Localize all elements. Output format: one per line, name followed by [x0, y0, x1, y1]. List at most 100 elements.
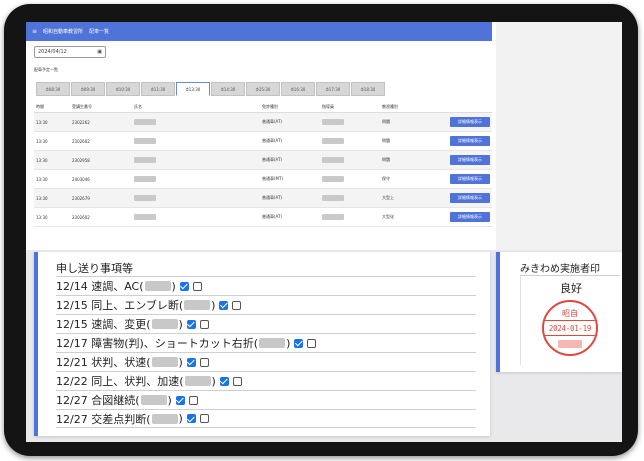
background-panel: [496, 22, 622, 250]
cell-instructor: [322, 118, 382, 126]
secondary-checkbox[interactable]: [199, 357, 209, 367]
inspector-title: みきわめ実施者印: [520, 264, 600, 275]
secondary-checkbox[interactable]: [192, 281, 202, 291]
detail-button[interactable]: 詳細情報表示: [450, 136, 490, 146]
cell-time: 13:30: [36, 138, 48, 144]
table-row: 13:30 2302262 普通車(AT) 問題 詳細情報表示: [34, 113, 492, 132]
menu-icon[interactable]: ≡: [32, 28, 37, 35]
stamp-date: 2024-01-19: [548, 323, 592, 333]
detail-button[interactable]: 詳細情報表示: [450, 212, 490, 222]
handover-item: 12/22 同上、状判、加速(): [56, 371, 476, 390]
column-header: 受講生番号: [72, 103, 92, 109]
tab-0830[interactable]: ⏱ 08:30: [36, 82, 70, 96]
secondary-checkbox[interactable]: [188, 395, 198, 405]
column-header: 時間: [36, 103, 44, 109]
confirm-checkbox[interactable]: [219, 376, 229, 386]
table-row: 13:30 2403046 普通車(MT) 保守 詳細情報表示: [34, 170, 492, 189]
cell-time: 13:30: [36, 157, 48, 163]
tab-label: 11:30: [153, 86, 166, 92]
cell-student-no: 2403046: [72, 176, 90, 182]
cell-instructor: [322, 194, 382, 202]
tab-1630[interactable]: ⏱ 16:30: [281, 82, 315, 96]
cell-instructor: [322, 156, 382, 164]
table-row: 13:30 2302602 普通車(AT) 大型化 詳細情報表示: [34, 208, 492, 227]
tab-label: 08:30: [48, 86, 61, 92]
cell-action: 詳細情報表示: [450, 136, 492, 146]
redacted-name: [259, 338, 286, 348]
handover-text: 12/21 状判、状速(: [56, 356, 151, 369]
calendar-icon[interactable]: ▣: [97, 49, 102, 55]
tab-1430[interactable]: ⏱ 14:30: [211, 82, 245, 96]
redacted-name: [184, 376, 211, 386]
redacted-name: [144, 281, 171, 291]
cell-name: [134, 175, 262, 183]
detail-button[interactable]: 詳細情報表示: [450, 193, 490, 203]
stamp-redacted-name: [558, 340, 582, 348]
cell-time: 13:30: [36, 195, 48, 201]
tab-1730[interactable]: ⏱ 17:30: [316, 82, 350, 96]
table-row: 13:30 2302679 普通車(AT) 大型上 詳細情報表示: [34, 189, 492, 208]
redacted-name: [140, 395, 167, 405]
cell-license: 普通車(MT): [262, 176, 284, 181]
date-input[interactable]: 2024/04/12 ▣: [34, 46, 106, 58]
date-stamp: 昭自 2024-01-19: [542, 300, 598, 356]
tab-label: 18:30: [363, 86, 376, 92]
handover-card: 申し送り事項等 12/14 速調、AC() 12/15 同上、エンブレ断() 12/…: [34, 252, 490, 436]
cell-action: 詳細情報表示: [450, 174, 492, 184]
column-header: 免許種別: [262, 103, 278, 109]
handover-item: 12/21 状判、状速(): [56, 352, 476, 371]
secondary-checkbox[interactable]: [199, 319, 209, 329]
redacted-instructor: [322, 194, 344, 201]
cell-name: [134, 194, 262, 202]
handover-item: 12/27 交差点判断(): [56, 409, 476, 428]
cell-name: [134, 156, 262, 164]
handover-item: 12/15 同上、エンブレ断(): [56, 295, 476, 314]
cell-instructor: [322, 175, 382, 183]
cell-license: 普通車(AT): [262, 119, 282, 124]
handover-text: 12/27 合図継続(: [56, 394, 140, 407]
confirm-checkbox[interactable]: [294, 338, 304, 348]
tablet-frame: ≡ 昭和自動車教習所 配車一覧 2024/04/12 ▣ 配車予定一覧 ⏱ 08…: [4, 4, 638, 456]
redacted-instructor: [322, 137, 344, 144]
cell-action: 詳細情報表示: [450, 117, 492, 127]
table-row: 13:30 2302602 普通車(AT) 問題 詳細情報表示: [34, 132, 492, 151]
cell-type: 大型化: [382, 214, 394, 219]
handover-item: 12/15 速調、変更(): [56, 314, 476, 333]
confirm-checkbox[interactable]: [186, 357, 196, 367]
tab-label: 16:30: [293, 86, 306, 92]
cell-type: 保守: [382, 176, 390, 181]
cell-action: 詳細情報表示: [450, 155, 492, 165]
redacted-name: [134, 194, 156, 201]
inspector-body: 良好 昭自 2024-01-19: [520, 275, 620, 365]
detail-button[interactable]: 詳細情報表示: [450, 117, 490, 127]
confirm-checkbox[interactable]: [219, 300, 229, 310]
secondary-checkbox[interactable]: [307, 338, 317, 348]
confirm-checkbox[interactable]: [175, 395, 185, 405]
confirm-checkbox[interactable]: [186, 319, 196, 329]
tab-1030[interactable]: ⏱ 10:30: [106, 82, 140, 96]
tab-1830[interactable]: ⏱ 18:30: [351, 82, 385, 96]
secondary-checkbox[interactable]: [232, 376, 242, 386]
cell-name: [134, 213, 262, 221]
tab-1330[interactable]: ⏱ 13:30: [176, 82, 210, 96]
redacted-instructor: [322, 175, 344, 182]
confirm-checkbox[interactable]: [179, 281, 189, 291]
tab-1130[interactable]: ⏱ 11:30: [141, 82, 175, 96]
handover-text: 12/14 速調、AC(: [56, 280, 144, 293]
schedule-table: 時間 受講生番号 氏名 免許種別 指導員 教習種別 13:30 2302262 普通車(AT)…: [34, 101, 492, 227]
inspector-card: みきわめ実施者印 良好 昭自 2024-01-19: [496, 252, 622, 372]
cell-time: 13:30: [36, 119, 48, 125]
tab-0930[interactable]: ⏱ 09:30: [71, 82, 105, 96]
tab-1530[interactable]: ⏱ 15:30: [246, 82, 280, 96]
detail-button[interactable]: 詳細情報表示: [450, 174, 490, 184]
redacted-name: [151, 413, 178, 424]
confirm-checkbox[interactable]: [186, 414, 196, 423]
handover-item: 12/27 合図継続(): [56, 390, 476, 409]
app-subtitle: 配車一覧: [89, 29, 110, 35]
cell-time: 13:30: [36, 176, 48, 182]
detail-button[interactable]: 詳細情報表示: [450, 155, 490, 165]
secondary-checkbox[interactable]: [232, 300, 242, 310]
secondary-checkbox[interactable]: [199, 414, 209, 423]
handover-text-close: ): [171, 279, 176, 293]
handover-text-close: ): [286, 336, 291, 350]
